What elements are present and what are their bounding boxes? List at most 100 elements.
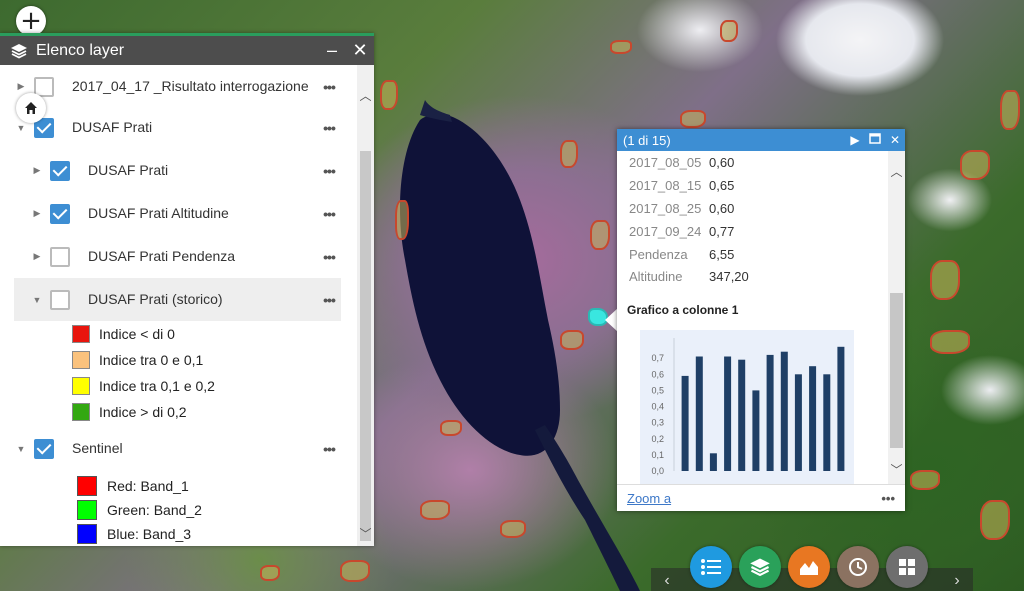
widgets-tool-button[interactable]	[886, 546, 928, 588]
layer-row[interactable]: ▶ DUSAF Prati Pendenza •••	[14, 235, 341, 278]
field-patch	[590, 220, 610, 250]
attribute-row: 2017_09_24 0,77	[629, 224, 734, 239]
expand-caret-icon[interactable]: ▶	[14, 81, 28, 92]
legend-label: Indice > di 0,2	[99, 404, 187, 420]
attribute-row: 2017_08_25 0,60	[629, 201, 734, 216]
chart-bar[interactable]	[809, 366, 817, 471]
toolbar-next-button[interactable]: ›	[942, 568, 972, 591]
legend-label: Indice < di 0	[99, 326, 175, 342]
field-patch	[260, 565, 280, 581]
collapse-caret-icon[interactable]: ▼	[30, 295, 44, 305]
legend-list-icon	[701, 559, 721, 575]
layer-checkbox[interactable]	[50, 203, 70, 224]
layer-menu-button[interactable]: •••	[317, 249, 341, 265]
layer-menu-button[interactable]: •••	[317, 163, 341, 179]
chart-bar[interactable]	[724, 356, 732, 472]
feature-popup: (1 di 15) ▶ ✕ 2017_08_05 0,60 2017_08_15…	[617, 129, 905, 511]
field-patch	[930, 260, 960, 300]
expand-caret-icon[interactable]: ▶	[30, 165, 44, 176]
chart-bar[interactable]	[681, 375, 689, 471]
chart-bar[interactable]	[780, 351, 788, 471]
legend-swatch	[77, 524, 97, 544]
toolbar-prev-button[interactable]: ‹	[652, 568, 682, 591]
chart-bar[interactable]	[766, 354, 774, 471]
layer-list-panel: Elenco layer – ✕ ▶ 2017_04_17 _Risultato…	[0, 33, 374, 546]
layer-row[interactable]: ▼ DUSAF Prati (storico) •••	[14, 278, 341, 321]
layer-row[interactable]: ▶ 2017_04_17 _Risultato interrogazione •…	[14, 65, 341, 108]
home-button[interactable]	[16, 93, 46, 123]
chart-bar[interactable]	[794, 374, 802, 471]
legend-swatch	[77, 476, 97, 496]
layer-menu-button[interactable]: •••	[317, 441, 341, 457]
grid-icon	[899, 559, 915, 575]
layer-row[interactable]: ▶ DUSAF Prati •••	[14, 149, 341, 192]
close-button[interactable]: ✕	[346, 40, 374, 61]
popup-scrollbar[interactable]: ︿ ﹀	[888, 151, 905, 484]
zoom-in-button[interactable]: +	[16, 6, 46, 36]
field-patch	[560, 140, 578, 168]
layer-row[interactable]: ▼ DUSAF Prati •••	[14, 106, 341, 149]
popup-menu-button[interactable]: •••	[881, 491, 895, 506]
legend-label: Green: Band_2	[107, 502, 202, 518]
layer-checkbox[interactable]	[50, 160, 70, 181]
collapse-caret-icon[interactable]: ▼	[14, 123, 28, 133]
layer-menu-button[interactable]: •••	[317, 292, 341, 308]
chart-bar[interactable]	[738, 359, 746, 471]
field-patch	[340, 560, 370, 582]
next-feature-icon[interactable]: ▶	[845, 133, 865, 147]
scroll-up-icon[interactable]: ︿	[357, 87, 374, 104]
maximize-icon[interactable]	[865, 133, 885, 147]
layer-panel-title: Elenco layer	[36, 41, 125, 59]
chart-bar[interactable]	[709, 453, 717, 471]
expand-caret-icon[interactable]: ▶	[30, 251, 44, 262]
field-patch	[720, 20, 738, 42]
layer-menu-button[interactable]: •••	[317, 120, 341, 136]
y-tick-label: 0,4	[651, 402, 664, 412]
layer-list-scrollbar[interactable]: ︿ ﹀	[357, 65, 374, 546]
y-tick-label: 0,3	[651, 418, 664, 428]
layer-row[interactable]: ▶ DUSAF Prati Altitudine •••	[14, 192, 341, 235]
chart-bar[interactable]	[695, 356, 703, 472]
scroll-down-icon[interactable]: ﹀	[357, 525, 374, 542]
layer-menu-button[interactable]: •••	[317, 206, 341, 222]
legend-item: Indice tra 0,1 e 0,2	[72, 377, 215, 395]
legend-item: Indice > di 0,2	[72, 403, 187, 421]
zoom-to-link[interactable]: Zoom a	[627, 491, 881, 506]
chart-bar[interactable]	[752, 390, 760, 471]
layer-checkbox[interactable]	[50, 289, 70, 310]
layer-name: DUSAF Prati	[88, 162, 169, 178]
field-patch	[930, 330, 970, 354]
scrollbar-thumb[interactable]	[360, 151, 371, 541]
minimize-button[interactable]: –	[318, 40, 346, 61]
popup-content: 2017_08_05 0,60 2017_08_15 0,65 2017_08_…	[617, 151, 888, 484]
layer-list: ▶ 2017_04_17 _Risultato interrogazione •…	[0, 65, 357, 546]
chart-tool-button[interactable]	[788, 546, 830, 588]
expand-caret-icon[interactable]: ▶	[30, 208, 44, 219]
history-tool-button[interactable]	[837, 546, 879, 588]
field-patch	[1000, 90, 1020, 130]
layer-list-tool-button[interactable]	[739, 546, 781, 588]
close-popup-icon[interactable]: ✕	[885, 133, 905, 147]
scroll-down-icon[interactable]: ﹀	[888, 461, 905, 478]
layer-menu-button[interactable]: •••	[317, 79, 341, 95]
field-patch	[440, 420, 462, 436]
legend-tool-button[interactable]	[690, 546, 732, 588]
chart-bar[interactable]	[837, 346, 845, 471]
attribute-value: 0,77	[709, 224, 735, 239]
chart-bar[interactable]	[823, 374, 831, 471]
layer-row[interactable]: ▼ Sentinel •••	[14, 427, 341, 470]
collapse-caret-icon[interactable]: ▼	[14, 444, 28, 454]
legend-item: Blue: Band_3	[77, 524, 191, 544]
layer-checkbox[interactable]	[50, 246, 70, 267]
legend-label: Indice tra 0,1 e 0,2	[99, 378, 215, 394]
layer-checkbox[interactable]	[34, 438, 54, 459]
scrollbar-thumb[interactable]	[890, 293, 903, 448]
field-patch	[395, 200, 409, 240]
legend-item: Green: Band_2	[77, 500, 202, 520]
field-patch	[980, 500, 1010, 540]
attribute-value: 6,55	[709, 247, 735, 262]
legend-item: Indice tra 0 e 0,1	[72, 351, 203, 369]
popup-header: (1 di 15) ▶ ✕	[617, 129, 905, 151]
scroll-up-icon[interactable]: ︿	[888, 163, 905, 180]
attribute-row: Altitudine 347,20	[629, 269, 749, 284]
